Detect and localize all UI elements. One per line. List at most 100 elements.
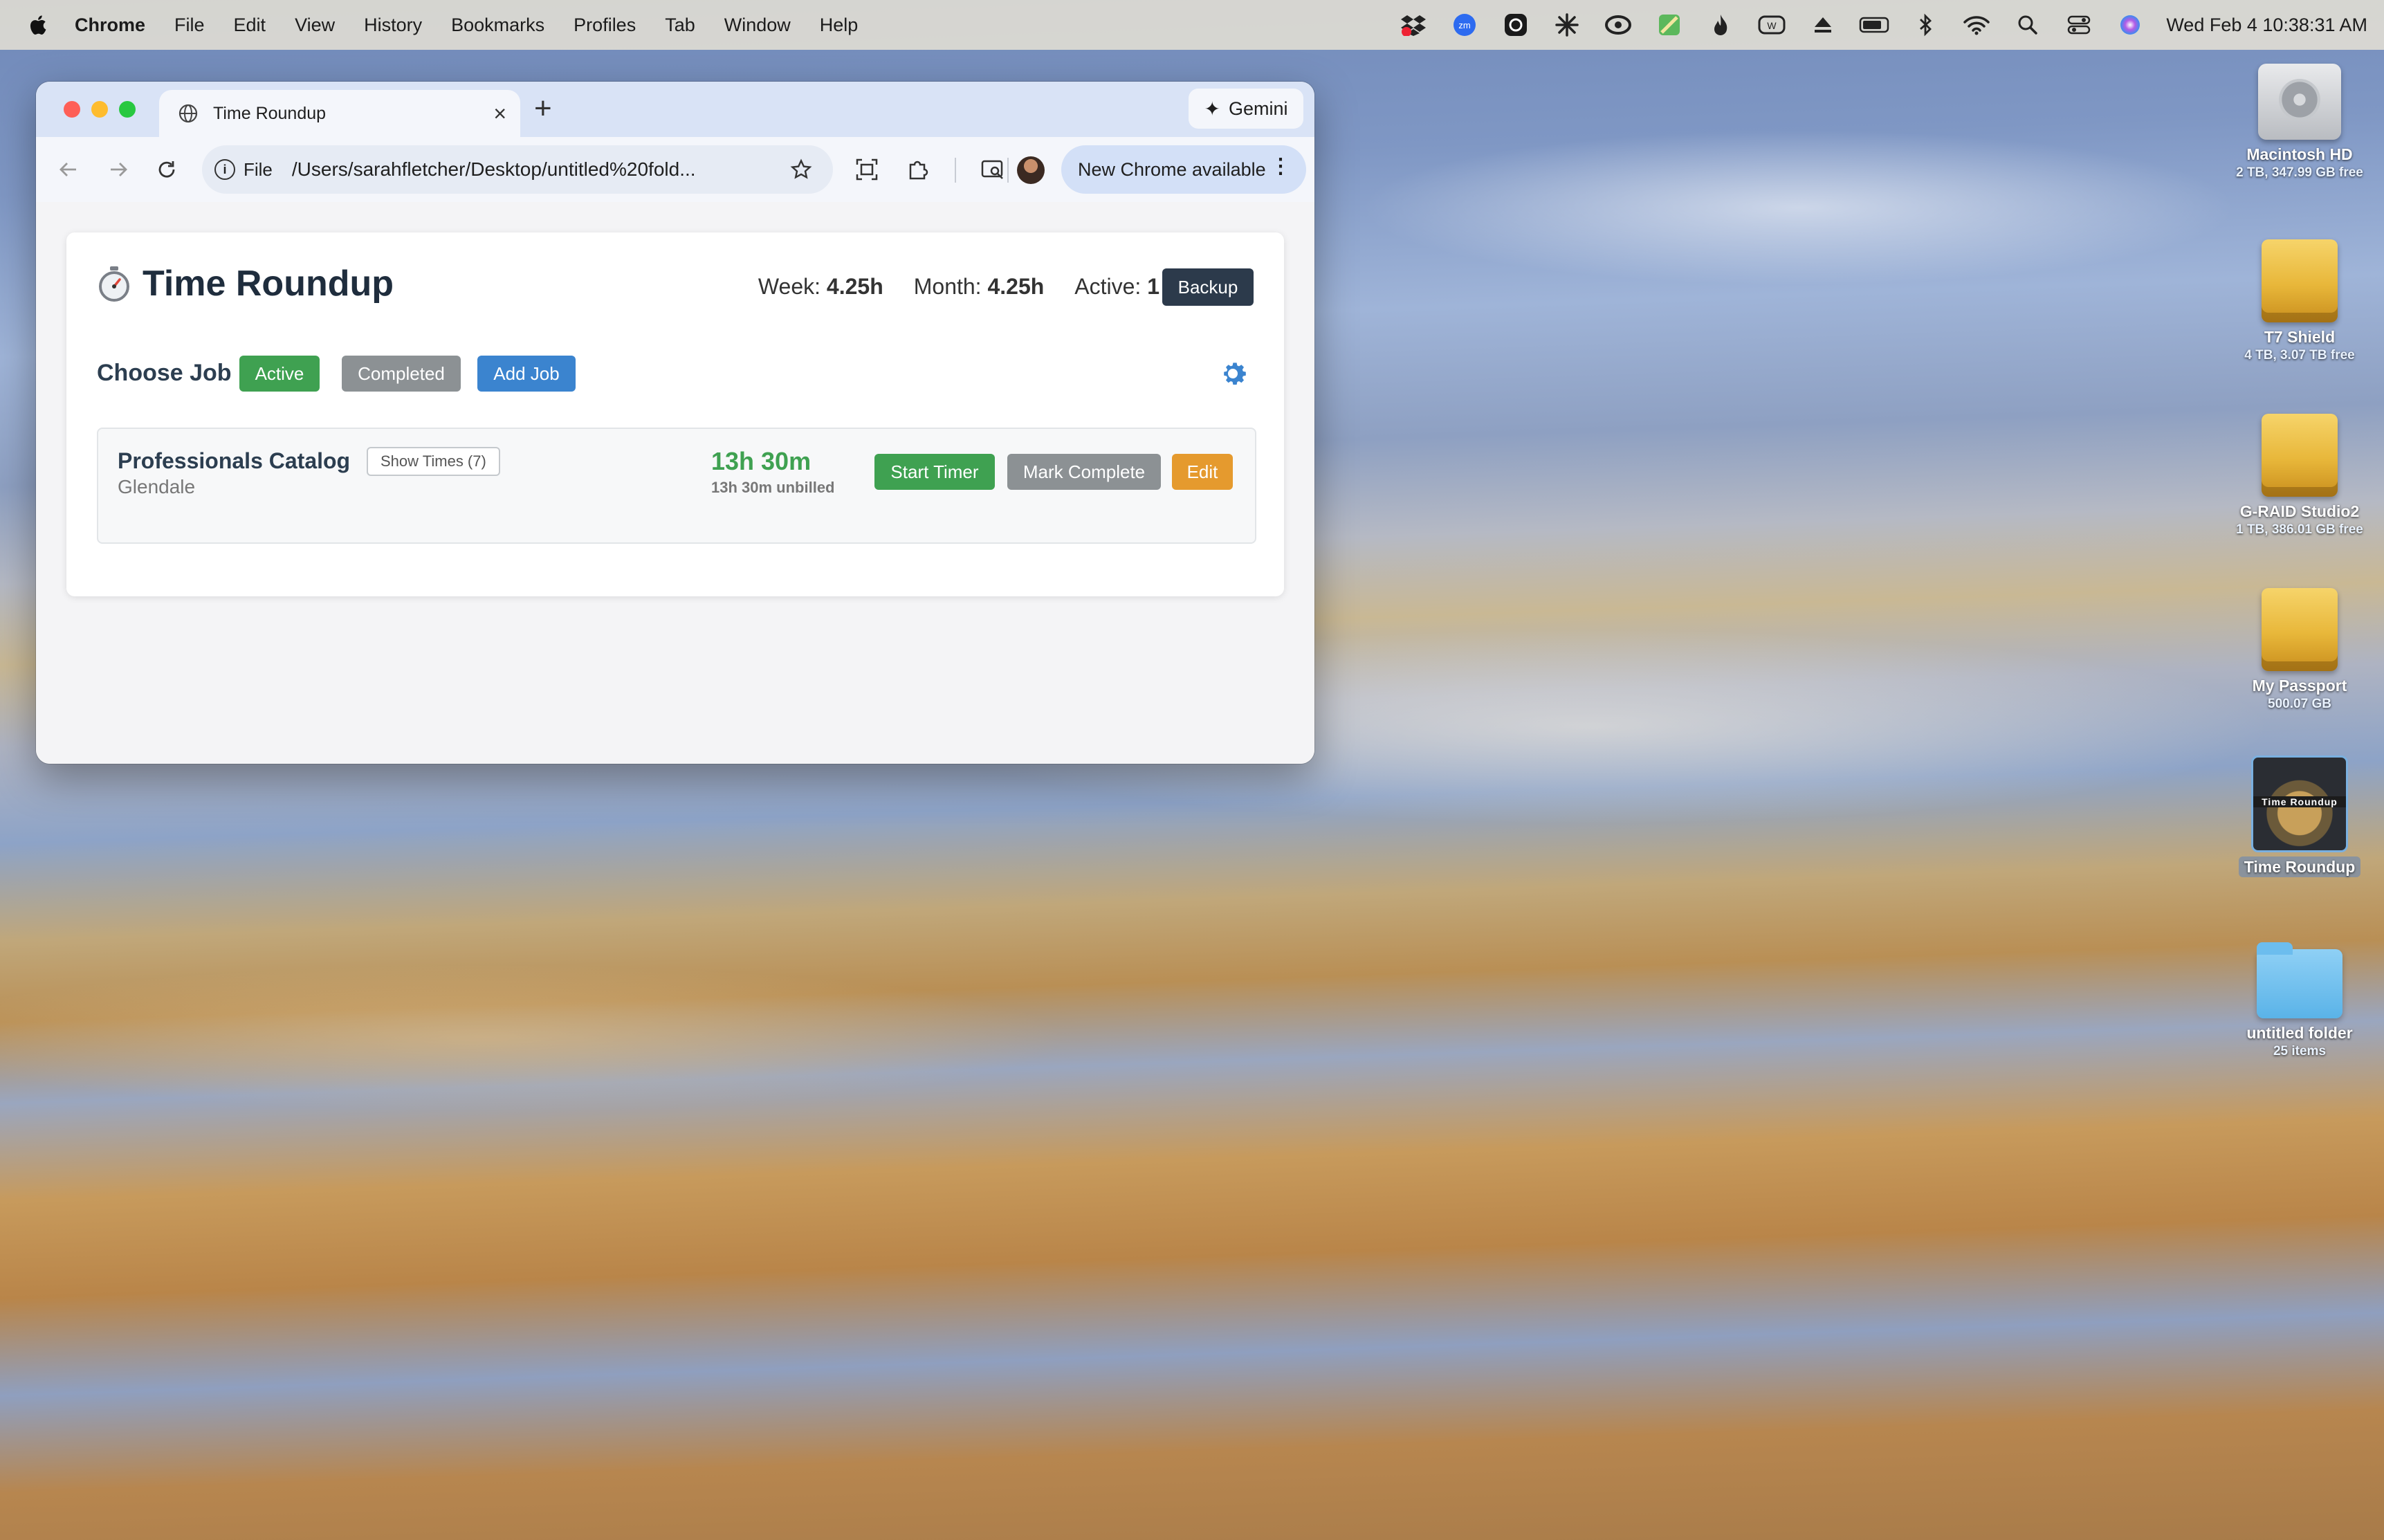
desktop-icon-untitled-folder[interactable]: untitled folder 25 items [2223, 942, 2376, 1059]
creative-cloud-icon[interactable] [1603, 11, 1633, 39]
reload-icon[interactable] [152, 155, 181, 184]
mark-complete-button[interactable]: Mark Complete [1007, 454, 1161, 490]
minimize-window-button[interactable] [91, 101, 108, 118]
bookmark-star-icon[interactable] [790, 158, 812, 181]
gemini-label: Gemini [1228, 98, 1288, 119]
menu-view[interactable]: View [295, 15, 335, 36]
month-value: 4.25h [987, 274, 1045, 299]
desktop-icon-label: G-RAID Studio2 [2239, 502, 2360, 520]
desktop-icon-info: 1 TB, 386.01 GB free [2236, 522, 2363, 537]
tab-search-icon[interactable] [978, 155, 1007, 184]
app-title: Time Roundup [143, 264, 394, 304]
menu-tab[interactable]: Tab [665, 15, 695, 36]
toolbar-divider [1007, 158, 1009, 183]
active-stat: Active: 1 [1074, 274, 1159, 300]
desktop-icon-label: T7 Shield [2264, 328, 2336, 346]
desktop-icon-macintosh-hd[interactable]: Macintosh HD 2 TB, 347.99 GB free [2223, 64, 2376, 181]
show-times-button[interactable]: Show Times (7) [367, 447, 500, 476]
spotlight-search-icon[interactable] [2012, 11, 2043, 39]
job-location: Glendale [118, 476, 196, 497]
desktop-icon-label: Time Roundup [2238, 856, 2361, 877]
wifi-icon[interactable] [1961, 11, 1992, 39]
menu-window[interactable]: Window [724, 15, 791, 36]
menu-help[interactable]: Help [820, 15, 859, 36]
url-text[interactable]: /Users/sarahfletcher/Desktop/untitled%20… [292, 158, 780, 181]
external-drive-icon [2262, 239, 2338, 322]
address-bar[interactable]: i File /Users/sarahfletcher/Desktop/unti… [202, 145, 833, 194]
active-label: Active: [1074, 274, 1141, 299]
profile-avatar[interactable] [1017, 156, 1045, 184]
maps-icon[interactable] [1654, 11, 1685, 39]
week-stat: Week: 4.25h [758, 274, 883, 300]
back-arrow-icon[interactable] [54, 155, 83, 184]
desktop-icon-time-roundup[interactable]: Time Roundup Time Roundup [2223, 755, 2376, 877]
menu-bookmarks[interactable]: Bookmarks [451, 15, 544, 36]
external-drive-icon [2262, 414, 2338, 497]
desktop-icon-info: 4 TB, 3.07 TB free [2244, 348, 2355, 363]
new-tab-icon[interactable]: + [534, 91, 552, 126]
control-center-icon[interactable] [2064, 11, 2094, 39]
close-tab-icon[interactable]: × [493, 101, 506, 127]
page-title: Time Roundup [97, 263, 394, 304]
start-timer-button[interactable]: Start Timer [874, 454, 995, 490]
desktop-icon-info: 500.07 GB [2268, 697, 2331, 711]
stats-summary: Week: 4.25h Month: 4.25h Active: 1 [728, 274, 1159, 300]
menu-edit[interactable]: Edit [234, 15, 266, 36]
menu-bar: Chrome File Edit View History Bookmarks … [0, 0, 2384, 50]
close-window-button[interactable] [64, 101, 80, 118]
time-roundup-app-icon: Time Roundup [2251, 755, 2348, 852]
update-chrome-button[interactable]: New Chrome available ⋮ [1061, 145, 1306, 194]
menu-clock[interactable]: Wed Feb 4 10:38:31 AM [2166, 15, 2367, 36]
apple-menu-icon[interactable] [28, 14, 47, 36]
menu-profiles[interactable]: Profiles [574, 15, 636, 36]
external-drive-icon [2262, 588, 2338, 671]
week-label: Week: [758, 274, 821, 299]
chatgpt-icon[interactable] [1501, 11, 1531, 39]
month-label: Month: [913, 274, 982, 299]
gear-icon[interactable] [1216, 357, 1249, 390]
desktop-icon-label: Macintosh HD [2246, 145, 2353, 163]
webex-icon[interactable]: W [1757, 11, 1787, 39]
forward-arrow-icon[interactable] [104, 155, 133, 184]
add-job-button[interactable]: Add Job [477, 356, 576, 392]
sparkle-icon: ✦ [1204, 98, 1220, 120]
eject-icon[interactable] [1808, 11, 1838, 39]
edit-job-button[interactable]: Edit [1172, 454, 1233, 490]
screenshot-icon[interactable] [852, 155, 881, 184]
app-card: Time Roundup Week: 4.25h Month: 4.25h Ac… [66, 232, 1284, 596]
chrome-window: Time Roundup × + ✦ Gemini i File /Users/… [36, 82, 1314, 764]
flame-icon[interactable] [1705, 11, 1736, 39]
app-icon-text: Time Roundup [2253, 796, 2346, 807]
desktop-icon-g-raid-studio2[interactable]: G-RAID Studio2 1 TB, 386.01 GB free [2223, 414, 2376, 538]
bluetooth-icon[interactable] [1910, 11, 1941, 39]
dropbox-icon[interactable] [1398, 11, 1429, 39]
filter-completed-button[interactable]: Completed [342, 356, 461, 392]
siri-icon[interactable] [2115, 11, 2145, 39]
job-hours: 13h 30m [711, 447, 812, 475]
menu-app-chrome[interactable]: Chrome [75, 15, 145, 36]
hard-drive-icon [2258, 64, 2341, 140]
claude-icon[interactable] [1552, 11, 1582, 39]
desktop-icon-info: 25 items [2273, 1044, 2327, 1058]
desktop-icon-t7-shield[interactable]: T7 Shield 4 TB, 3.07 TB free [2223, 239, 2376, 363]
site-info-chip[interactable]: i File [214, 159, 273, 181]
month-stat: Month: 4.25h [914, 274, 1045, 300]
zoom-icon[interactable]: zm [1449, 11, 1480, 39]
menu-file[interactable]: File [174, 15, 205, 36]
gemini-button[interactable]: ✦ Gemini [1189, 89, 1303, 129]
backup-button[interactable]: Backup [1162, 268, 1254, 306]
more-menu-icon[interactable]: ⋮ [1270, 156, 1291, 177]
stopwatch-icon [99, 266, 129, 302]
desktop-icon-label: My Passport [2252, 677, 2347, 695]
browser-toolbar: i File /Users/sarahfletcher/Desktop/unti… [36, 137, 1314, 203]
filter-active-button[interactable]: Active [239, 356, 320, 392]
extensions-icon[interactable] [904, 155, 933, 184]
menu-history[interactable]: History [364, 15, 422, 36]
update-label: New Chrome available [1078, 158, 1266, 180]
tab-time-roundup[interactable]: Time Roundup × [159, 90, 520, 137]
zoom-window-button[interactable] [119, 101, 136, 118]
desktop-icon-my-passport[interactable]: My Passport 500.07 GB [2223, 588, 2376, 712]
desktop-icon-label: untitled folder [2246, 1024, 2353, 1042]
job-row: Professionals Catalog Show Times (7) Gle… [97, 428, 1256, 544]
battery-icon [1859, 11, 1889, 39]
